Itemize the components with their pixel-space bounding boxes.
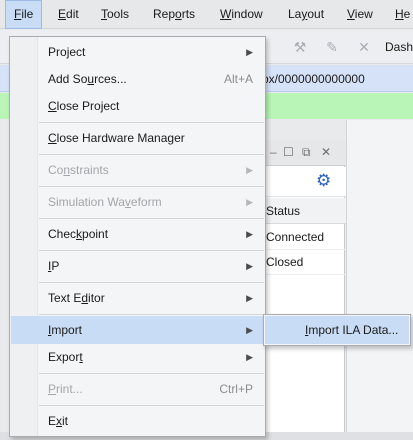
menu-edit[interactable]: Edit <box>50 0 87 29</box>
menu-separator <box>39 122 264 123</box>
submenu-arrow-icon: ▶ <box>246 293 253 303</box>
gear-icon[interactable]: ⚙ <box>316 171 331 191</box>
menu-item-project[interactable]: Project ▶ <box>11 38 264 66</box>
status-cell[interactable]: Connected <box>256 225 346 250</box>
menu-item-print[interactable]: Print... Ctrl+P <box>11 375 264 403</box>
menu-separator <box>39 250 264 251</box>
menu-item-text-editor[interactable]: Text Editor ▶ <box>11 284 264 312</box>
hammer-icon[interactable]: ⚒ <box>292 39 308 55</box>
submenu-arrow-icon: ▶ <box>246 229 253 239</box>
menu-separator <box>39 186 264 187</box>
hardware-panel-header: – ☐ ⧉ ✕ <box>256 140 346 166</box>
menu-item-export[interactable]: Export ▶ <box>11 343 264 371</box>
device-path: ox/0000000000000 <box>262 72 365 86</box>
menu-item-ip[interactable]: IP ▶ <box>11 252 264 280</box>
shortcut-label: Alt+A <box>223 72 253 86</box>
menu-window[interactable]: Window <box>212 0 271 29</box>
menu-item-constraints[interactable]: Constraints ▶ <box>11 156 264 184</box>
submenu-arrow-icon: ▶ <box>246 47 253 57</box>
menu-item-simulation-waveform[interactable]: Simulation Waveform ▶ <box>11 188 264 216</box>
menu-separator <box>39 218 264 219</box>
menu-reports[interactable]: Reports <box>145 0 203 29</box>
menu-separator <box>39 314 264 315</box>
right-workspace <box>346 120 413 440</box>
hardware-panel: – ☐ ⧉ ✕ ⚙ Status Connected Closed <box>255 140 346 440</box>
dashboard-label[interactable]: Dash <box>385 40 413 54</box>
menu-separator <box>39 405 264 406</box>
menu-item-exit[interactable]: Exit <box>11 407 264 435</box>
menu-item-checkpoint[interactable]: Checkpoint ▶ <box>11 220 264 248</box>
menu-item-import-ila-data[interactable]: Import ILA Data... <box>265 316 409 344</box>
close-icon[interactable]: ✕ <box>321 145 331 159</box>
submenu-arrow-icon: ▶ <box>246 261 253 271</box>
submenu-arrow-icon: ▶ <box>246 197 253 207</box>
hardware-panel-toolbar: ⚙ <box>256 167 346 197</box>
menu-item-close-project[interactable]: Close Project <box>11 92 264 120</box>
import-submenu: Import ILA Data... <box>263 314 411 346</box>
shortcut-label: Ctrl+P <box>219 382 253 396</box>
menu-item-import[interactable]: Import ▶ <box>11 316 264 344</box>
menu-bar: File Edit Tools Reports Window Layout Vi… <box>0 0 413 29</box>
status-column-header[interactable]: Status <box>256 198 346 224</box>
pen-icon[interactable]: ✎ <box>324 39 340 55</box>
menu-separator <box>39 154 264 155</box>
cancel-icon[interactable]: ✕ <box>356 39 372 55</box>
submenu-arrow-icon: ▶ <box>246 165 253 175</box>
minimize-icon[interactable]: – <box>270 145 277 159</box>
status-cell[interactable]: Closed <box>256 250 346 275</box>
menu-separator <box>39 282 264 283</box>
menu-item-add-sources[interactable]: Add Sources... Alt+A <box>11 65 264 93</box>
float-icon[interactable]: ⧉ <box>302 145 311 160</box>
submenu-arrow-icon: ▶ <box>246 352 253 362</box>
menu-view[interactable]: View <box>339 0 381 29</box>
menu-separator <box>39 373 264 374</box>
menu-layout[interactable]: Layout <box>280 0 332 29</box>
menu-item-close-hardware-manager[interactable]: Close Hardware Manager <box>11 124 264 152</box>
menu-tools[interactable]: Tools <box>93 0 137 29</box>
menu-file[interactable]: File <box>5 0 43 29</box>
file-menu: Project ▶ Add Sources... Alt+A Close Pro… <box>9 36 266 437</box>
submenu-arrow-icon: ▶ <box>246 325 253 335</box>
menu-help[interactable]: He <box>387 0 413 29</box>
restore-icon[interactable]: ☐ <box>283 145 294 159</box>
